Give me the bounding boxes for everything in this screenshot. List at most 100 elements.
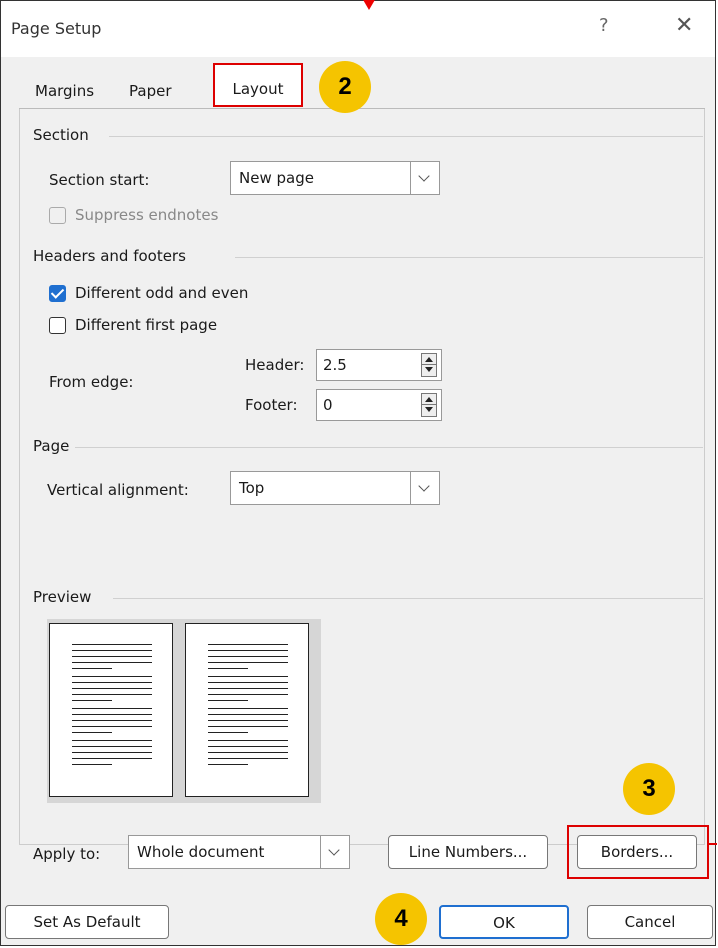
preview-line: [208, 662, 288, 663]
step-badge-3: 3: [623, 763, 675, 815]
headers-footers-rule: [235, 257, 703, 258]
preview-line: [72, 752, 152, 753]
section-start-value: New page: [239, 169, 314, 187]
apply-to-dropdown[interactable]: Whole document: [128, 835, 350, 869]
preview-line: [72, 662, 152, 663]
preview-heading: Preview: [33, 588, 92, 606]
preview-line: [208, 688, 288, 689]
preview-line: [72, 726, 152, 727]
preview-line: [72, 714, 152, 715]
cancel-button[interactable]: Cancel: [587, 905, 713, 939]
preview-line: [208, 668, 248, 669]
spin-down-icon: [425, 367, 433, 372]
preview-line: [72, 758, 152, 759]
spin-up-icon: [425, 357, 433, 362]
apply-to-value: Whole document: [137, 843, 265, 861]
preview-line: [208, 650, 288, 651]
ok-button[interactable]: OK: [439, 905, 569, 939]
pointer-arrow-icon: [362, 0, 376, 10]
preview-line: [208, 676, 288, 677]
page-rule: [75, 447, 703, 448]
preview-line: [208, 644, 288, 645]
preview-line: [208, 700, 248, 701]
chevron-down-icon: [320, 836, 349, 868]
preview-line: [208, 720, 288, 721]
preview-line: [72, 700, 112, 701]
chevron-down-icon: [410, 162, 439, 194]
preview-line: [72, 732, 112, 733]
preview-line: [208, 752, 288, 753]
first-page-checkbox[interactable]: [49, 317, 66, 334]
header-distance-spinner[interactable]: 2.5: [316, 349, 442, 381]
preview-line: [72, 650, 152, 651]
headers-footers-heading: Headers and footers: [33, 247, 186, 265]
vertical-alignment-dropdown[interactable]: Top: [230, 471, 440, 505]
odd-even-checkbox[interactable]: [49, 285, 66, 302]
preview-line: [72, 764, 112, 765]
help-button[interactable]: ?: [599, 15, 609, 36]
suppress-endnotes-checkbox[interactable]: [49, 207, 66, 224]
preview-line: [72, 676, 152, 677]
tab-margins[interactable]: Margins: [25, 73, 104, 109]
set-as-default-button[interactable]: Set As Default: [5, 905, 169, 939]
header-distance-label: Header:: [245, 356, 305, 374]
preview-page-left: [49, 623, 173, 797]
close-button[interactable]: ✕: [675, 13, 693, 38]
page-heading: Page: [33, 437, 70, 455]
preview-line: [72, 682, 152, 683]
first-page-label: Different first page: [75, 316, 218, 334]
preview-line: [208, 764, 248, 765]
page-preview: [47, 619, 321, 803]
dialog-title: Page Setup: [11, 19, 102, 38]
from-edge-label: From edge:: [49, 373, 134, 391]
section-heading: Section: [33, 126, 89, 144]
preview-rule: [113, 598, 703, 599]
preview-line: [208, 682, 288, 683]
spin-buttons[interactable]: [421, 353, 437, 377]
preview-line: [208, 708, 288, 709]
preview-line: [208, 746, 288, 747]
footer-distance-spinner[interactable]: 0: [316, 389, 442, 421]
preview-line: [208, 656, 288, 657]
spin-down-icon: [425, 407, 433, 412]
section-start-dropdown[interactable]: New page: [230, 161, 440, 195]
section-rule: [109, 136, 703, 137]
spin-divider: [422, 364, 436, 365]
title-bar: Page Setup ? ✕: [1, 1, 715, 57]
vertical-alignment-value: Top: [239, 479, 265, 497]
section-start-label: Section start:: [49, 171, 150, 189]
preview-page-right: [185, 623, 309, 797]
odd-even-label: Different odd and even: [75, 284, 249, 302]
step-badge-4: 4: [375, 893, 427, 945]
spin-buttons[interactable]: [421, 393, 437, 417]
highlight-box-borders: [567, 825, 709, 879]
preview-line: [72, 694, 152, 695]
footer-distance-label: Footer:: [245, 396, 298, 414]
preview-line: [72, 668, 112, 669]
spin-up-icon: [425, 397, 433, 402]
footer-distance-value: 0: [323, 396, 333, 414]
highlight-connector: [709, 843, 717, 845]
spin-divider: [422, 404, 436, 405]
preview-line: [72, 688, 152, 689]
preview-line: [208, 726, 288, 727]
preview-line: [208, 740, 288, 741]
step-badge-2: 2: [319, 61, 371, 113]
suppress-endnotes-label: Suppress endnotes: [75, 206, 219, 224]
tab-layout[interactable]: Layout: [213, 63, 303, 107]
vertical-alignment-label: Vertical alignment:: [47, 481, 189, 499]
preview-line: [72, 656, 152, 657]
header-distance-value: 2.5: [323, 356, 347, 374]
tab-paper[interactable]: Paper: [119, 73, 181, 109]
page-setup-dialog: Page Setup ? ✕ Margins Paper Layout Sect…: [0, 0, 717, 946]
chevron-down-icon: [410, 472, 439, 504]
preview-line: [72, 740, 152, 741]
apply-to-label: Apply to:: [33, 845, 101, 863]
preview-line: [208, 758, 288, 759]
preview-line: [72, 720, 152, 721]
preview-line: [208, 732, 248, 733]
preview-line: [208, 714, 288, 715]
line-numbers-button[interactable]: Line Numbers...: [388, 835, 548, 869]
preview-line: [208, 694, 288, 695]
preview-line: [72, 746, 152, 747]
